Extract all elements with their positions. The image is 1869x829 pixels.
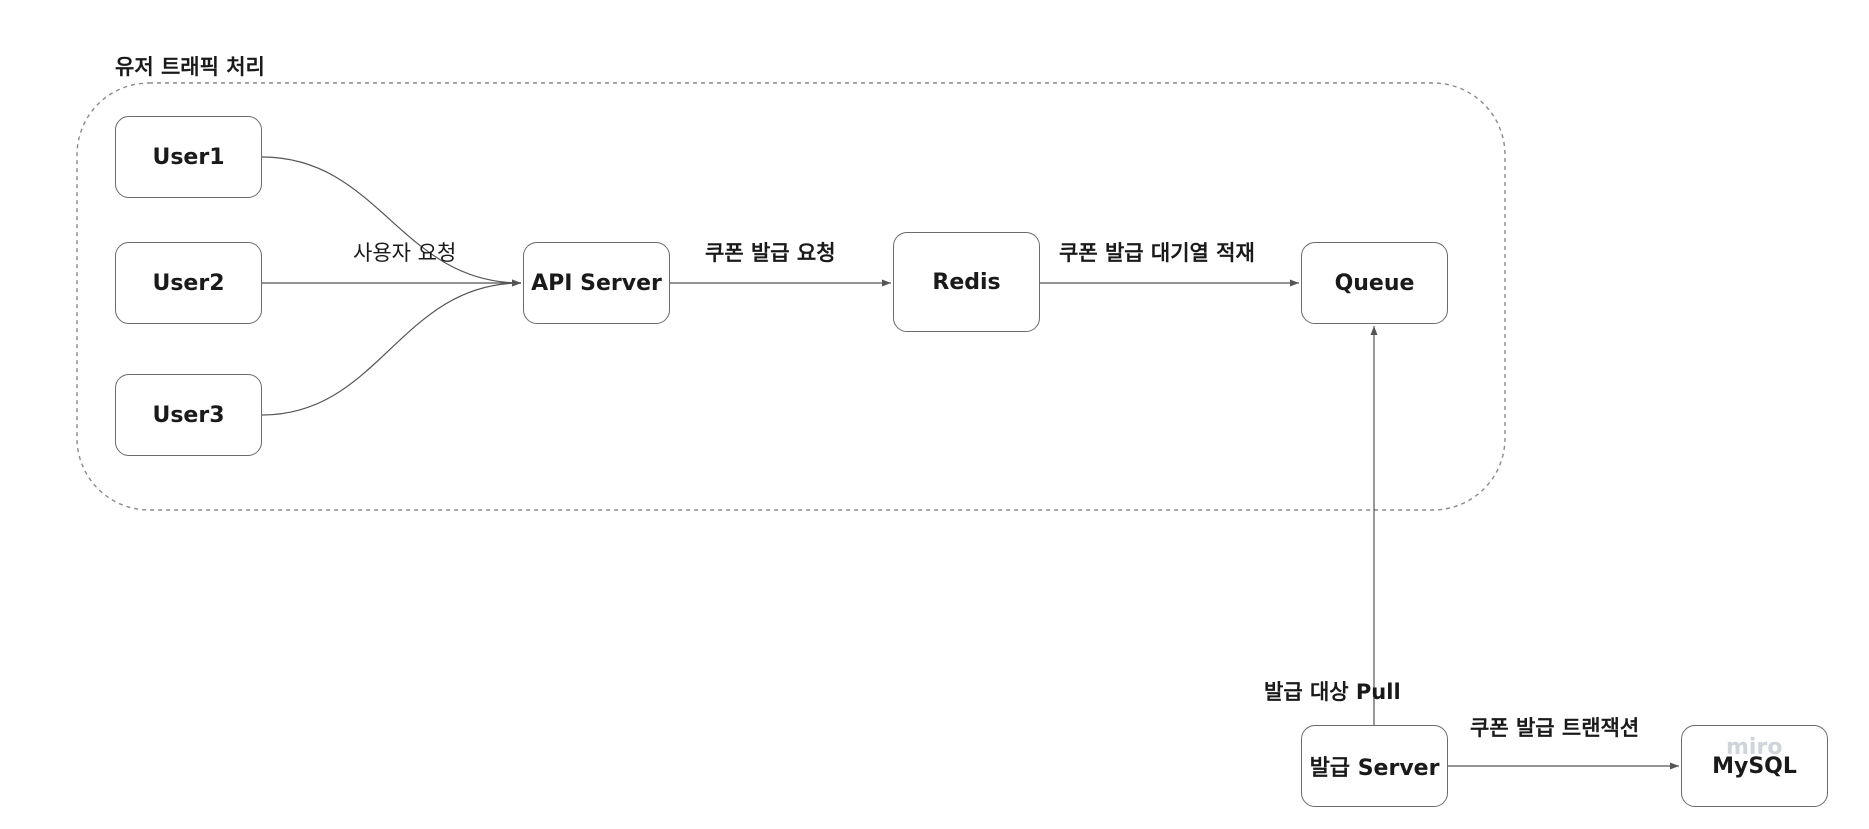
miro-watermark: miro xyxy=(1726,735,1783,760)
node-user2[interactable]: User2 xyxy=(115,242,262,324)
group-label: 유저 트래픽 처리 xyxy=(115,55,265,79)
edge-label-transaction: 쿠폰 발급 트랜잭션 xyxy=(1470,716,1640,740)
node-issue-server[interactable]: 발급 Server xyxy=(1301,725,1448,807)
node-api-server-label: API Server xyxy=(531,270,662,296)
connector-layer xyxy=(76,82,1679,770)
node-queue[interactable]: Queue xyxy=(1301,242,1448,324)
node-user3-label: User3 xyxy=(152,402,225,428)
node-user3[interactable]: User3 xyxy=(115,374,262,456)
node-redis[interactable]: Redis xyxy=(893,232,1040,332)
edge-label-pull: 발급 대상 Pull xyxy=(1264,680,1401,704)
edge-user3-api xyxy=(261,279,522,416)
node-issue-server-label: 발급 Server xyxy=(1309,756,1440,781)
node-queue-label: Queue xyxy=(1334,270,1415,296)
edge-label-enqueue: 쿠폰 발급 대기열 적재 xyxy=(1059,241,1255,265)
diagram-canvas: 유저 트래픽 처리 User1 User2 User3 API Server R… xyxy=(0,0,1869,829)
edge-label-coupon-request: 쿠폰 발급 요청 xyxy=(705,241,836,265)
edge-label-user-request: 사용자 요청 xyxy=(353,241,457,265)
group-boundary xyxy=(76,82,1506,511)
node-api-server[interactable]: API Server xyxy=(523,242,670,324)
node-user1-label: User1 xyxy=(152,144,225,170)
node-user1[interactable]: User1 xyxy=(115,116,262,198)
node-user2-label: User2 xyxy=(152,270,225,296)
node-redis-label: Redis xyxy=(932,269,1001,295)
